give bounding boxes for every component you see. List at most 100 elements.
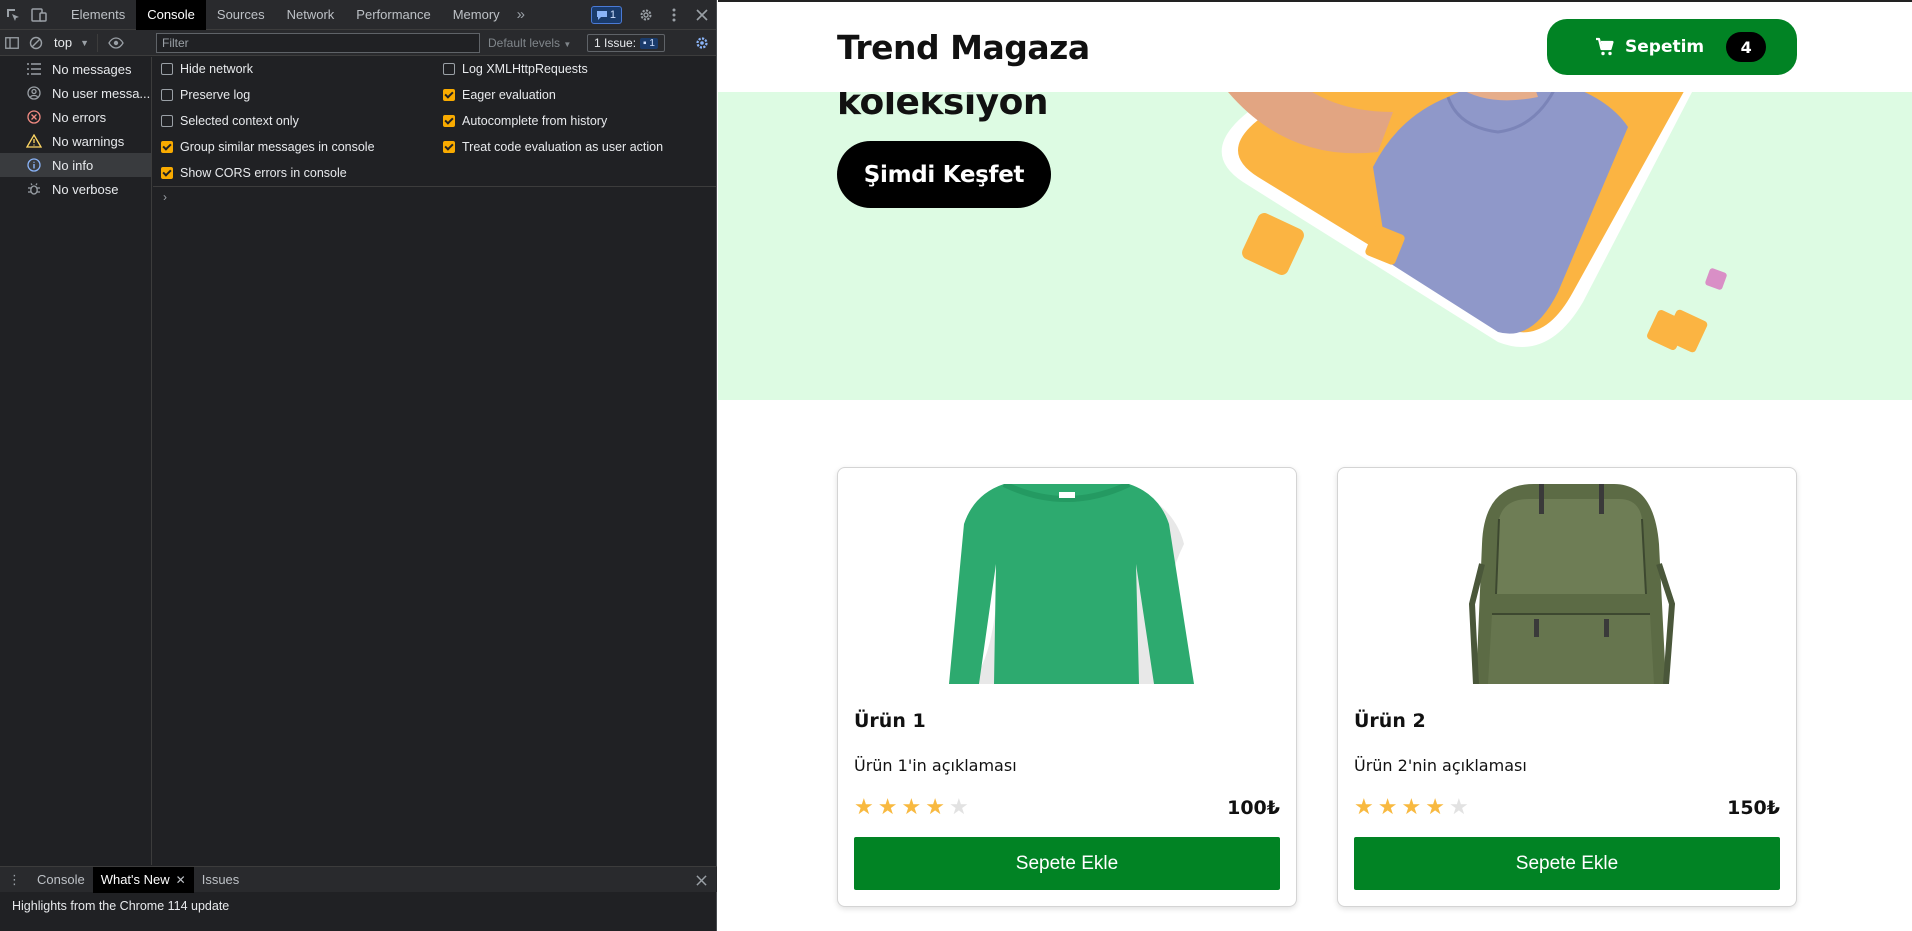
console-settings-gear-icon[interactable] [690, 30, 714, 56]
info-icon [26, 157, 42, 173]
drawer-tab-label: What's New [100, 871, 170, 887]
drawer-tab-console[interactable]: Console [29, 867, 93, 893]
sidebar-item-label: No verbose [52, 181, 119, 197]
option-label: Preserve log [180, 88, 251, 102]
sidebar-item-errors[interactable]: No errors [0, 105, 151, 129]
devtools-drawer-bar: ⋮ Console What's New ✕ Issues [0, 866, 717, 893]
option-group-similar[interactable]: Group similar messages in console [161, 140, 375, 154]
sidebar-item-info[interactable]: No info [0, 153, 151, 177]
drawer-tab-whats-new[interactable]: What's New ✕ [92, 866, 194, 893]
device-toolbar-icon[interactable] [26, 0, 52, 30]
brand-logo[interactable]: Trend Magaza [837, 28, 1090, 67]
checkbox[interactable] [161, 141, 173, 153]
option-autocomplete-history[interactable]: Autocomplete from history [443, 114, 607, 128]
site-header: Trend Magaza Sepetim 4 [718, 2, 1912, 92]
star-empty-icon: ★ [948, 794, 969, 819]
close-drawer-icon[interactable] [696, 867, 707, 893]
devtools-right-actions: 1 [590, 0, 716, 30]
close-icon[interactable]: ✕ [176, 867, 186, 893]
star-filled-icon: ★ [1425, 794, 1445, 819]
star-filled-icon: ★ [1377, 794, 1398, 819]
option-label: Group similar messages in console [180, 140, 375, 154]
star-filled-icon: ★ [901, 794, 922, 819]
issues-badge[interactable]: 1 [590, 6, 622, 24]
devtools-tabbar: Elements Console Sources Network Perform… [0, 0, 716, 30]
option-treat-as-user-action[interactable]: Treat code evaluation as user action [443, 140, 663, 154]
star-filled-icon: ★ [877, 794, 898, 819]
option-label: Treat code evaluation as user action [462, 140, 664, 154]
context-select[interactable]: top ▼ [48, 33, 98, 52]
console-prompt-chevron-icon[interactable]: › [163, 190, 167, 204]
option-log-xhr[interactable]: Log XMLHttpRequests [443, 62, 588, 76]
bug-icon [26, 181, 42, 197]
product-card: Ürün 1 Ürün 1'in açıklaması ★ ★ ★ ★ ★ 10… [837, 467, 1297, 907]
add-to-cart-button[interactable]: Sepete Ekle [1354, 837, 1780, 890]
checkbox[interactable] [161, 63, 173, 75]
sidebar-item-verbose[interactable]: No verbose [0, 177, 151, 201]
log-levels-dropdown[interactable]: Default levels ▼ [488, 30, 571, 56]
whats-new-highlights: Highlights from the Chrome 114 update [12, 899, 230, 913]
product-title[interactable]: Ürün 2 [1354, 710, 1426, 732]
live-expression-eye-icon[interactable] [104, 30, 128, 56]
option-show-cors-errors[interactable]: Show CORS errors in console [161, 166, 347, 180]
shopping-cart-icon [1596, 37, 1614, 56]
sidebar-item-label: No errors [52, 109, 107, 125]
tab-sources[interactable]: Sources [206, 0, 276, 30]
checkbox[interactable] [443, 141, 455, 153]
tab-console[interactable]: Console [136, 0, 206, 30]
filter-input[interactable] [156, 33, 480, 53]
settings-gear-icon[interactable] [632, 0, 660, 30]
option-label: Selected context only [180, 114, 299, 128]
cart-count-badge: 4 [1726, 32, 1767, 62]
error-icon [26, 109, 42, 125]
checkbox[interactable] [443, 89, 455, 101]
product-image-olive-backpack[interactable] [1354, 484, 1780, 684]
option-hide-network[interactable]: Hide network [161, 62, 253, 76]
checkbox[interactable] [161, 115, 173, 127]
product-title[interactable]: Ürün 1 [854, 710, 926, 732]
option-preserve-log[interactable]: Preserve log [161, 88, 250, 102]
console-settings-pane: Hide network Preserve log Selected conte… [153, 57, 716, 187]
chevron-down-icon: ▼ [80, 37, 89, 48]
tab-elements[interactable]: Elements [60, 0, 136, 30]
kebab-menu-icon[interactable] [660, 0, 688, 30]
more-tabs-icon[interactable]: » [511, 6, 531, 23]
tab-network[interactable]: Network [276, 0, 346, 30]
drawer-tab-issues[interactable]: Issues [194, 867, 248, 893]
drawer-menu-icon[interactable]: ⋮ [0, 867, 29, 893]
product-image-green-sweater[interactable] [854, 484, 1280, 684]
product-description: Ürün 1'in açıklaması [854, 756, 1017, 775]
sidebar-item-warnings[interactable]: No warnings [0, 129, 151, 153]
option-label: Hide network [180, 62, 253, 76]
issues-pill-label: 1 Issue: [594, 36, 637, 50]
checkbox[interactable] [161, 167, 173, 179]
checkbox[interactable] [443, 63, 455, 75]
option-eager-evaluation[interactable]: Eager evaluation [443, 88, 556, 102]
sidebar-item-messages[interactable]: No messages [0, 57, 151, 81]
cart-label: Sepetim [1625, 37, 1705, 57]
issues-badge-count: 1 [609, 9, 616, 21]
store-page: koleksiyon Şimdi Keşfet Trend Magaza Sep… [718, 0, 1912, 931]
issues-pill[interactable]: 1 Issue: ▪ 1 [587, 34, 665, 52]
sidebar-item-label: No info [52, 157, 94, 173]
checkbox[interactable] [161, 89, 173, 101]
inspect-element-icon[interactable] [0, 0, 26, 30]
discover-button[interactable]: Şimdi Keşfet [837, 141, 1051, 208]
add-to-cart-button[interactable]: Sepete Ekle [854, 837, 1280, 890]
close-icon[interactable] [688, 0, 716, 30]
tab-performance[interactable]: Performance [345, 0, 441, 30]
chevron-down-icon: ▼ [563, 40, 572, 49]
console-toolbar: top ▼ Default levels ▼ 1 Issue: ▪ 1 [0, 30, 716, 56]
clear-console-icon[interactable] [24, 30, 48, 56]
sidebar-item-label: No warnings [52, 133, 125, 149]
checkbox[interactable] [443, 115, 455, 127]
context-value: top [54, 35, 73, 50]
sidebar-toggle-icon[interactable] [0, 30, 24, 56]
sidebar-item-label: No user messa... [52, 85, 151, 101]
option-selected-context-only[interactable]: Selected context only [161, 114, 299, 128]
tab-memory[interactable]: Memory [442, 0, 511, 30]
product-card: Ürün 2 Ürün 2'nin açıklaması ★ ★ ★ ★ ★ 1… [1337, 467, 1797, 907]
sidebar-item-label: No messages [52, 61, 132, 77]
cart-button[interactable]: Sepetim 4 [1547, 19, 1797, 75]
sidebar-item-user-messages[interactable]: No user messa... [0, 81, 151, 105]
